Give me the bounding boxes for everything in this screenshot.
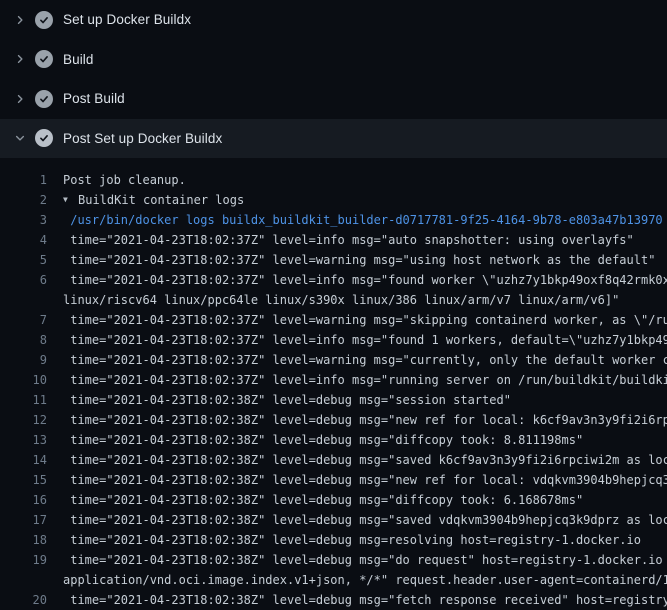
log-line: 9 ▼ time="2021-04-23T18:02:37Z" level=wa… [0, 350, 667, 370]
log-line-number[interactable]: 8 [0, 330, 47, 350]
log-line-text: time="2021-04-23T18:02:37Z" level=info m… [47, 230, 634, 250]
log-line-text: Post job cleanup. [47, 170, 186, 190]
step-label: Post Set up Docker Buildx [63, 131, 222, 146]
log-line: 17 ▼ time="2021-04-23T18:02:38Z" level=d… [0, 510, 667, 530]
log-line: 6 ▼ time="2021-04-23T18:02:37Z" level=in… [0, 270, 667, 290]
log-line-text: time="2021-04-23T18:02:38Z" level=debug … [47, 530, 641, 550]
log-line-text: time="2021-04-23T18:02:37Z" level=info m… [47, 330, 667, 350]
log-viewer: 1 ▼ Post job cleanup. 2 ▼ BuildKit conta… [0, 158, 667, 610]
log-line-number[interactable]: 9 [0, 350, 47, 370]
log-line-text: time="2021-04-23T18:02:37Z" level=info m… [47, 370, 667, 390]
log-line-number[interactable]: 12 [0, 410, 47, 430]
log-line: 1 ▼ Post job cleanup. [0, 170, 667, 190]
log-line: 18 ▼ time="2021-04-23T18:02:38Z" level=d… [0, 530, 667, 550]
log-line-text: time="2021-04-23T18:02:38Z" level=debug … [47, 490, 583, 510]
log-line-text: time="2021-04-23T18:02:38Z" level=debug … [47, 510, 667, 530]
log-line: 2 ▼ BuildKit container logs [0, 190, 667, 210]
log-line: 16 ▼ time="2021-04-23T18:02:38Z" level=d… [0, 490, 667, 510]
log-line: 20 ▼ time="2021-04-23T18:02:38Z" level=d… [0, 590, 667, 610]
log-line-number[interactable]: 11 [0, 390, 47, 410]
log-line-number[interactable]: 1 [0, 170, 47, 190]
log-line-text: time="2021-04-23T18:02:37Z" level=info m… [47, 270, 667, 290]
log-line: ▼ application/vnd.oci.image.index.v1+jso… [0, 570, 667, 590]
log-line: 10 ▼ time="2021-04-23T18:02:37Z" level=i… [0, 370, 667, 390]
step-header-post-set-up-docker-buildx[interactable]: Post Set up Docker Buildx [0, 119, 667, 159]
log-line-number[interactable]: 5 [0, 250, 47, 270]
log-line-number[interactable]: 2 [0, 190, 47, 210]
log-line-number[interactable] [0, 570, 47, 590]
group-toggle-icon[interactable]: ▼ [63, 190, 74, 210]
log-line-number[interactable]: 14 [0, 450, 47, 470]
log-line-number[interactable]: 3 [0, 210, 47, 230]
log-line: 5 ▼ time="2021-04-23T18:02:37Z" level=wa… [0, 250, 667, 270]
log-line: 8 ▼ time="2021-04-23T18:02:37Z" level=in… [0, 330, 667, 350]
log-line-number[interactable]: 20 [0, 590, 47, 610]
step-label: Build [63, 52, 94, 67]
log-line-number[interactable]: 19 [0, 550, 47, 570]
log-line: 3 ▼ /usr/bin/docker logs buildx_buildkit… [0, 210, 667, 230]
log-line-number[interactable]: 17 [0, 510, 47, 530]
log-line-text: BuildKit container logs [74, 190, 244, 210]
log-line-text: linux/riscv64 linux/ppc64le linux/s390x … [47, 290, 619, 310]
log-line: ▼ linux/riscv64 linux/ppc64le linux/s390… [0, 290, 667, 310]
log-line-text: time="2021-04-23T18:02:37Z" level=warnin… [47, 310, 667, 330]
log-line: 7 ▼ time="2021-04-23T18:02:37Z" level=wa… [0, 310, 667, 330]
log-line-number[interactable]: 13 [0, 430, 47, 450]
log-line-text: time="2021-04-23T18:02:38Z" level=debug … [47, 390, 511, 410]
chevron-right-icon [12, 91, 28, 107]
workflow-steps-list: Set up Docker Buildx Build Post Build Po… [0, 0, 667, 158]
log-line-number[interactable]: 7 [0, 310, 47, 330]
log-line: 14 ▼ time="2021-04-23T18:02:38Z" level=d… [0, 450, 667, 470]
log-line-text: time="2021-04-23T18:02:37Z" level=warnin… [47, 250, 655, 270]
check-circle-icon [35, 129, 53, 147]
chevron-down-icon [12, 130, 28, 146]
log-line-text: time="2021-04-23T18:02:37Z" level=warnin… [47, 350, 667, 370]
log-line-number[interactable]: 16 [0, 490, 47, 510]
log-line-text: time="2021-04-23T18:02:38Z" level=debug … [47, 410, 667, 430]
log-line: 15 ▼ time="2021-04-23T18:02:38Z" level=d… [0, 470, 667, 490]
log-line-number[interactable]: 10 [0, 370, 47, 390]
log-line: 13 ▼ time="2021-04-23T18:02:38Z" level=d… [0, 430, 667, 450]
step-label: Set up Docker Buildx [63, 12, 191, 27]
chevron-right-icon [12, 12, 28, 28]
log-line-number[interactable] [0, 290, 47, 310]
chevron-right-icon [12, 51, 28, 67]
log-line-text: time="2021-04-23T18:02:38Z" level=debug … [47, 450, 667, 470]
step-label: Post Build [63, 91, 125, 106]
log-line-number[interactable]: 6 [0, 270, 47, 290]
log-line-text: time="2021-04-23T18:02:38Z" level=debug … [47, 430, 583, 450]
step-header-build[interactable]: Build [0, 40, 667, 80]
log-line: 12 ▼ time="2021-04-23T18:02:38Z" level=d… [0, 410, 667, 430]
log-line-text: time="2021-04-23T18:02:38Z" level=debug … [47, 550, 667, 570]
log-line-text: time="2021-04-23T18:02:38Z" level=debug … [47, 470, 667, 490]
check-circle-icon [35, 50, 53, 68]
log-line-number[interactable]: 4 [0, 230, 47, 250]
log-line: 11 ▼ time="2021-04-23T18:02:38Z" level=d… [0, 390, 667, 410]
log-line-text: application/vnd.oci.image.index.v1+json,… [47, 570, 667, 590]
log-line-text: time="2021-04-23T18:02:38Z" level=debug … [47, 590, 667, 610]
check-circle-icon [35, 90, 53, 108]
log-line: 19 ▼ time="2021-04-23T18:02:38Z" level=d… [0, 550, 667, 570]
log-line-number[interactable]: 15 [0, 470, 47, 490]
log-line-number[interactable]: 18 [0, 530, 47, 550]
step-header-set-up-docker-buildx[interactable]: Set up Docker Buildx [0, 0, 667, 40]
log-line: 4 ▼ time="2021-04-23T18:02:37Z" level=in… [0, 230, 667, 250]
check-circle-icon [35, 11, 53, 29]
step-header-post-build[interactable]: Post Build [0, 79, 667, 119]
log-line-text: /usr/bin/docker logs buildx_buildkit_bui… [47, 210, 663, 230]
